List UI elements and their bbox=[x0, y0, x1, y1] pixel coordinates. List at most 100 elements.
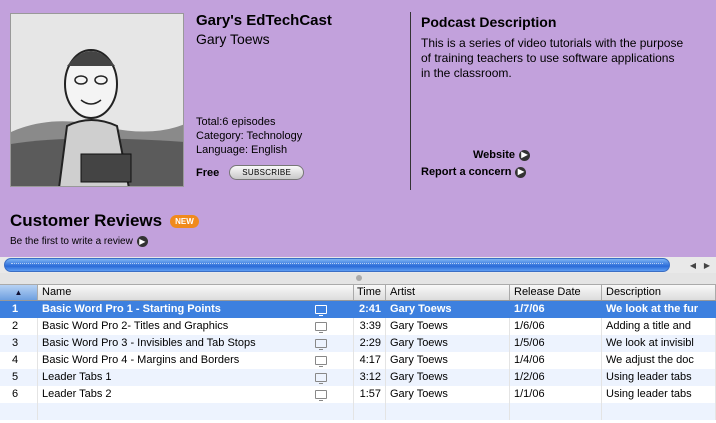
episode-name-text: Basic Word Pro 3 - Invisibles and Tab St… bbox=[42, 337, 256, 349]
table-row[interactable]: 2 Basic Word Pro 2- Titles and Graphics … bbox=[0, 318, 716, 335]
reviews-header: Customer Reviews NEW bbox=[10, 211, 199, 231]
scroll-right-icon[interactable]: ▶ bbox=[700, 258, 714, 272]
podcast-category: Category: Technology bbox=[196, 130, 303, 142]
column-header-time[interactable]: Time bbox=[354, 285, 386, 300]
column-header-artist[interactable]: Artist bbox=[386, 285, 510, 300]
description-line: This is a series of video tutorials with… bbox=[421, 36, 684, 50]
vertical-divider bbox=[410, 12, 411, 190]
row-number: 5 bbox=[0, 369, 38, 386]
column-header-name[interactable]: Name bbox=[38, 285, 354, 300]
website-link[interactable]: Website ▶ bbox=[473, 149, 530, 161]
table-row[interactable]: 6 Leader Tabs 2 1:57 Gary Toews 1/1/06 U… bbox=[0, 386, 716, 403]
description-heading: Podcast Description bbox=[421, 14, 557, 30]
empty-cell bbox=[0, 403, 38, 420]
episode-time: 2:29 bbox=[354, 335, 386, 352]
episode-time: 2:41 bbox=[354, 301, 386, 318]
episode-description: Using leader tabs bbox=[602, 386, 716, 403]
empty-cell bbox=[354, 403, 386, 420]
row-number: 6 bbox=[0, 386, 38, 403]
episode-name-text: Basic Word Pro 4 - Margins and Borders bbox=[42, 354, 240, 366]
episode-name: Leader Tabs 2 bbox=[38, 386, 354, 403]
horizontal-scrollbar[interactable]: ◀ ▶ bbox=[0, 257, 716, 273]
empty-cell bbox=[386, 403, 510, 420]
table-row[interactable]: 3 Basic Word Pro 3 - Invisibles and Tab … bbox=[0, 335, 716, 352]
grip-dot-icon bbox=[356, 275, 362, 281]
row-number: 4 bbox=[0, 352, 38, 369]
episode-name: Leader Tabs 1 bbox=[38, 369, 354, 386]
report-concern-label: Report a concern bbox=[421, 166, 512, 178]
episode-description: We look at invisibl bbox=[602, 335, 716, 352]
column-header-description[interactable]: Description bbox=[602, 285, 716, 300]
episode-time: 4:17 bbox=[354, 352, 386, 369]
reviews-title: Customer Reviews bbox=[10, 211, 163, 230]
write-review-label: Be the first to write a review bbox=[10, 236, 133, 247]
episode-date: 1/6/06 bbox=[510, 318, 602, 335]
episode-name: Basic Word Pro 3 - Invisibles and Tab St… bbox=[38, 335, 354, 352]
scroll-left-icon[interactable]: ◀ bbox=[686, 258, 700, 272]
video-icon bbox=[315, 356, 327, 367]
new-badge: NEW bbox=[170, 214, 199, 228]
subscribe-button[interactable]: SUBSCRIBE bbox=[229, 165, 305, 180]
description-text: This is a series of video tutorials with… bbox=[421, 36, 716, 81]
price-label: Free bbox=[196, 166, 220, 179]
empty-cell bbox=[38, 403, 354, 420]
caricature-image bbox=[11, 14, 183, 186]
episode-date: 1/1/06 bbox=[510, 386, 602, 403]
episode-description: We look at the fur bbox=[602, 301, 716, 318]
episode-name: Basic Word Pro 2- Titles and Graphics bbox=[38, 318, 354, 335]
episode-date: 1/7/06 bbox=[510, 301, 602, 318]
scrollbar-thumb[interactable] bbox=[4, 258, 670, 272]
episode-description: We adjust the doc bbox=[602, 352, 716, 369]
table-row[interactable]: 4 Basic Word Pro 4 - Margins and Borders… bbox=[0, 352, 716, 369]
episode-artist: Gary Toews bbox=[386, 369, 510, 386]
empty-cell bbox=[602, 403, 716, 420]
empty-cell bbox=[510, 403, 602, 420]
episode-description: Adding a title and bbox=[602, 318, 716, 335]
podcast-meta: Total:6 episodes Category: Technology La… bbox=[196, 115, 302, 157]
podcast-language: Language: English bbox=[196, 144, 288, 156]
write-review-link[interactable]: Be the first to write a review ▶ bbox=[10, 236, 148, 247]
episode-table: ▲ Name Time Artist Release Date Descript… bbox=[0, 285, 716, 423]
episode-artist: Gary Toews bbox=[386, 318, 510, 335]
video-icon bbox=[315, 339, 327, 350]
pane-resize-handle[interactable] bbox=[0, 273, 716, 285]
row-number: 2 bbox=[0, 318, 38, 335]
video-icon bbox=[315, 390, 327, 401]
episode-date: 1/4/06 bbox=[510, 352, 602, 369]
arrow-right-icon: ▶ bbox=[518, 149, 530, 161]
video-icon bbox=[315, 322, 327, 333]
podcast-author: Gary Toews bbox=[196, 31, 270, 47]
table-row[interactable]: 5 Leader Tabs 1 3:12 Gary Toews 1/2/06 U… bbox=[0, 369, 716, 386]
description-line: in the classroom. bbox=[421, 66, 512, 80]
column-header-release-date[interactable]: Release Date bbox=[510, 285, 602, 300]
episode-name-text: Leader Tabs 2 bbox=[42, 388, 112, 400]
episode-time: 3:12 bbox=[354, 369, 386, 386]
report-concern-link[interactable]: Report a concern ▶ bbox=[421, 166, 527, 178]
arrow-right-icon: ▶ bbox=[136, 236, 148, 247]
episode-time: 3:39 bbox=[354, 318, 386, 335]
sort-ascending-icon[interactable]: ▲ bbox=[0, 285, 38, 300]
episode-artist: Gary Toews bbox=[386, 352, 510, 369]
podcast-title: Gary's EdTechCast bbox=[196, 12, 332, 29]
episode-name-text: Basic Word Pro 1 - Starting Points bbox=[42, 303, 221, 315]
episode-name: Basic Word Pro 1 - Starting Points bbox=[38, 301, 354, 318]
price-row: Free SUBSCRIBE bbox=[196, 165, 305, 180]
episode-artist: Gary Toews bbox=[386, 386, 510, 403]
video-icon bbox=[315, 305, 327, 316]
empty-row bbox=[0, 403, 716, 420]
arrow-right-icon: ▶ bbox=[515, 166, 527, 178]
episode-artist: Gary Toews bbox=[386, 335, 510, 352]
episode-total: Total:6 episodes bbox=[196, 116, 276, 128]
podcast-info: Gary's EdTechCast Gary Toews bbox=[196, 12, 406, 47]
episode-time: 1:57 bbox=[354, 386, 386, 403]
description-line: of training teachers to use software app… bbox=[421, 51, 675, 65]
episode-date: 1/5/06 bbox=[510, 335, 602, 352]
episode-name-text: Basic Word Pro 2- Titles and Graphics bbox=[42, 320, 229, 332]
episode-name: Basic Word Pro 4 - Margins and Borders bbox=[38, 352, 354, 369]
video-icon bbox=[315, 373, 327, 384]
row-number: 3 bbox=[0, 335, 38, 352]
episode-date: 1/2/06 bbox=[510, 369, 602, 386]
podcast-artwork bbox=[10, 13, 184, 187]
website-label: Website bbox=[473, 149, 515, 161]
table-row[interactable]: 1 Basic Word Pro 1 - Starting Points 2:4… bbox=[0, 301, 716, 318]
